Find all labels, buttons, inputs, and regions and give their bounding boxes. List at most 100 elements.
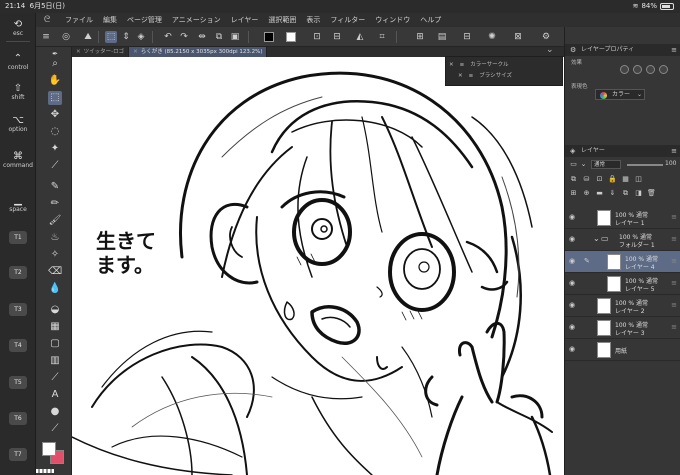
pen-tool-icon[interactable]: ✎ (48, 180, 62, 194)
gradient-tool-icon[interactable]: ▦ (48, 320, 62, 334)
mask-icon[interactable]: ◫ (634, 175, 643, 183)
visibility-icon[interactable]: ◉ (569, 301, 575, 309)
t7-key[interactable]: T7 (9, 448, 27, 461)
layer-row[interactable]: ◉ 100 % 通常 レイヤー 2 ≡ (565, 295, 680, 317)
menu-window[interactable]: ウィンドウ (370, 15, 415, 25)
text-tool-icon[interactable]: A (48, 388, 62, 402)
extract-line-icon[interactable] (646, 65, 655, 74)
trash-icon[interactable]: 🗑 (647, 189, 656, 197)
mountain-icon[interactable]: ⛰ (82, 31, 94, 43)
brush-tool-icon[interactable]: 🖌 (48, 214, 62, 228)
redo-icon[interactable]: ↷ (178, 31, 190, 43)
t1-key[interactable]: T1 (9, 231, 27, 244)
menu-layer[interactable]: レイヤー (226, 15, 264, 25)
white-color-swatch[interactable] (286, 32, 296, 42)
decoration-tool-icon[interactable]: ✧ (48, 248, 62, 262)
folder-expand-icon[interactable]: ⌄ (593, 234, 600, 243)
menu-file[interactable]: ファイル (60, 15, 98, 25)
ruler-icon[interactable]: ⊟ (461, 31, 473, 43)
menu-help[interactable]: ヘルプ (415, 15, 446, 25)
layer-panel-header[interactable]: ◈ レイヤー ≡ (565, 145, 680, 157)
layer-row[interactable]: ◉ 100 % 通常 レイヤー 1 ≡ (565, 207, 680, 229)
mask-icon[interactable]: ▤ (436, 31, 448, 43)
hand-tool-icon[interactable]: ✋ (48, 74, 62, 88)
eye-icon[interactable]: ◎ (60, 31, 72, 43)
new-folder-icon[interactable]: ▬ (595, 189, 604, 197)
transparent-color-chip[interactable] (36, 469, 54, 473)
new-vector-layer-icon[interactable]: ⊕ (582, 189, 591, 197)
layer-row-paper[interactable]: ◉ 用紙 (565, 339, 680, 361)
close-icon[interactable]: ✕ (458, 70, 463, 82)
close-icon[interactable]: ✕ (449, 59, 454, 71)
layer-color-icon[interactable] (659, 65, 668, 74)
space-key[interactable]: ▁ space (3, 195, 33, 213)
main-color-chip[interactable] (42, 442, 56, 456)
drag-handle-icon[interactable]: ≡ (671, 257, 677, 265)
mask-add-icon[interactable]: ◨ (634, 189, 643, 197)
visibility-icon[interactable]: ◉ (569, 213, 575, 221)
brush-size-palette-tab[interactable]: ✕ ≡ ブラシサイズ (458, 70, 512, 82)
lock-icon[interactable]: 🔒 (608, 175, 617, 183)
ruler-tool-icon[interactable]: ⟋ (48, 371, 62, 385)
edit-target-icon[interactable]: ✎ (584, 257, 590, 265)
drag-handle-icon[interactable]: ≡ (671, 301, 677, 309)
menu-icon[interactable]: ≡ (671, 44, 677, 56)
drag-handle-icon[interactable]: ≡ (671, 323, 677, 331)
esc-key[interactable]: ⟲ esc (3, 19, 33, 37)
close-icon[interactable]: ✕ (76, 47, 81, 57)
hamburger-menu-icon[interactable]: ≡ (40, 31, 52, 43)
duplicate-icon[interactable]: ⧉ (621, 189, 630, 198)
new-raster-layer-icon[interactable]: ⊞ (569, 189, 578, 197)
close-icon[interactable]: ✕ (133, 47, 138, 57)
drag-handle-icon[interactable]: ≡ (671, 213, 677, 221)
blend-mode-select[interactable]: 通常 (591, 160, 621, 169)
frame-tool-icon[interactable]: ▥ (48, 354, 62, 368)
blend-tool-icon[interactable]: 💧 (48, 282, 62, 296)
pencil-tool-icon[interactable]: ✏ (48, 197, 62, 211)
menu-view[interactable]: 表示 (301, 15, 325, 25)
shift-key[interactable]: ⇧ shift (3, 83, 33, 101)
chevron-down-icon[interactable]: ⌄ (579, 160, 588, 168)
t3-key[interactable]: T3 (9, 303, 27, 316)
merge-down-icon[interactable]: ⇓ (608, 189, 617, 197)
tab-twitter-logo[interactable]: ✕ ツイッター-ロゴ (72, 47, 130, 57)
magic-wand-icon[interactable]: ✦ (48, 142, 62, 156)
option-key[interactable]: ⌥ option (3, 115, 33, 133)
visibility-icon[interactable]: ◉ (569, 257, 575, 265)
visibility-icon[interactable]: ◉ (569, 345, 575, 353)
lasso-tool-icon[interactable]: ◌ (48, 125, 62, 139)
expression-color-select[interactable]: カラー ⌄ (595, 89, 645, 100)
layer-property-header[interactable]: ⚙ レイヤープロパティ ≡ (565, 44, 680, 56)
figure-tool-icon[interactable]: ▢ (48, 337, 62, 351)
airbrush-tool-icon[interactable]: ♨ (48, 231, 62, 245)
layer-row[interactable]: ◉ 100 % 通常 レイヤー 3 ≡ (565, 317, 680, 339)
visibility-icon[interactable]: ◉ (569, 279, 575, 287)
drag-handle-icon[interactable]: ≡ (671, 235, 677, 243)
settings-icon[interactable]: ⚙ (540, 31, 552, 43)
layer-row[interactable]: ◉ ⌄ ▭ 100 % 通常 フォルダー 1 ≡ (565, 229, 680, 251)
selection-tool-icon[interactable]: ⬚ (105, 31, 117, 43)
reference-icon[interactable]: ⛁ (582, 175, 591, 183)
operation-tool-icon[interactable]: ⬚ (48, 91, 62, 105)
tab-rakugaki[interactable]: ✕ らくがき (85.2150 x 3035px 300dpi 123.2%) (129, 47, 268, 57)
drawing-canvas[interactable]: 生きて ます。 (72, 57, 564, 475)
fill-tool-icon[interactable]: ◒ (48, 303, 62, 317)
opacity-value[interactable]: 100 (665, 160, 676, 167)
menu-selection[interactable]: 選択範囲 (263, 15, 301, 25)
menu-icon[interactable]: ≡ (671, 145, 677, 157)
menu-animation[interactable]: アニメーション (167, 15, 226, 25)
t6-key[interactable]: T6 (9, 412, 27, 425)
drag-handle-icon[interactable]: ≡ (671, 279, 677, 287)
guide-icon[interactable]: ⊠ (512, 31, 524, 43)
black-color-swatch[interactable] (264, 32, 274, 42)
chevron-up-down-icon[interactable]: ⇕ (120, 31, 132, 43)
layer-icon[interactable]: ◈ (135, 31, 147, 43)
lock-transparency-icon[interactable]: ▦ (621, 175, 630, 183)
undo-icon[interactable]: ↶ (162, 31, 174, 43)
control-key[interactable]: ⌃ control (3, 53, 33, 71)
t2-key[interactable]: T2 (9, 266, 27, 279)
grid-icon[interactable]: ⊞ (414, 31, 426, 43)
menu-edit[interactable]: 編集 (98, 15, 122, 25)
fill-icon[interactable]: ◭ (354, 31, 366, 43)
balloon-tool-icon[interactable]: ● (48, 405, 62, 419)
